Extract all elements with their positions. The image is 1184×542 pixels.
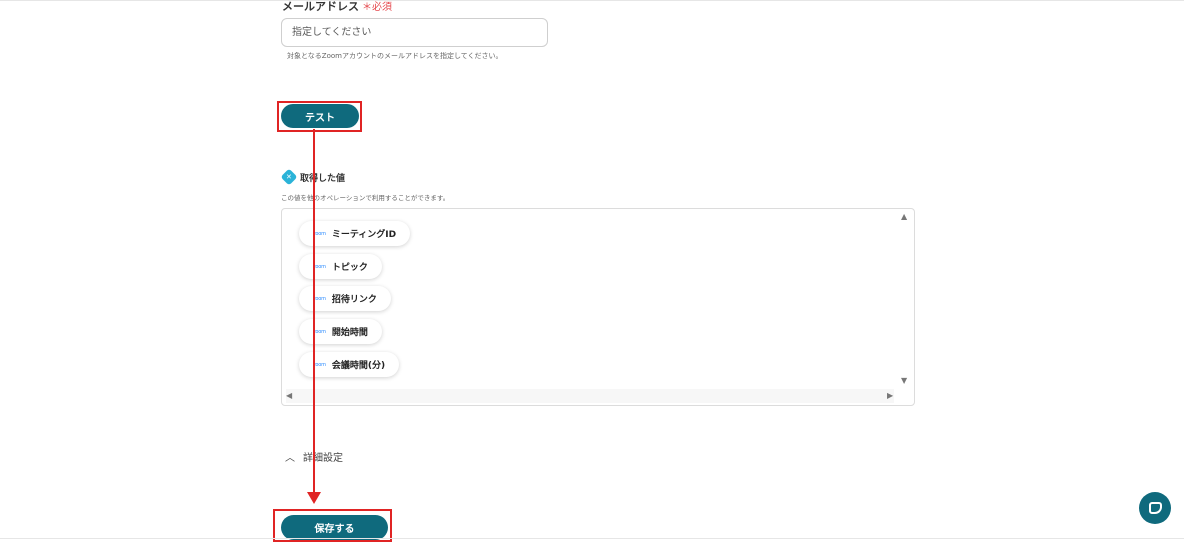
sparkle-diamond-icon: ✕ bbox=[280, 168, 298, 186]
horizontal-scrollbar[interactable] bbox=[286, 389, 894, 403]
value-chip-meeting-id[interactable]: zoom ミーティングID bbox=[299, 221, 411, 246]
required-mark: ＊必須 bbox=[362, 2, 392, 13]
chip-label: トピック bbox=[331, 263, 368, 273]
retrieved-values-title: 取得した値 bbox=[300, 174, 346, 184]
email-label-text: メールアドレス bbox=[282, 0, 359, 13]
scroll-left-icon[interactable]: ◀ bbox=[286, 392, 292, 400]
chat-launcher-button[interactable] bbox=[1139, 492, 1171, 524]
email-help-text: 対象となるZoomアカウントのメールアドレスを指定してください。 bbox=[287, 52, 503, 60]
chip-label: ミーティングID bbox=[331, 230, 397, 240]
value-chip-start-time[interactable]: zoom 開始時間 bbox=[299, 319, 382, 344]
bottom-divider bbox=[0, 538, 1184, 539]
annotation-arrow-head bbox=[307, 492, 321, 504]
chip-label: 開始時間 bbox=[331, 328, 368, 338]
retrieved-values-subtitle: この値を他のオペレーションで利用することができます。 bbox=[281, 194, 450, 202]
annotation-arrow-line bbox=[313, 129, 315, 495]
chip-label: 会議時間(分) bbox=[331, 361, 386, 371]
email-field-label: メールアドレス ＊必須 bbox=[282, 0, 392, 14]
test-button[interactable]: テスト bbox=[281, 104, 359, 128]
save-button[interactable]: 保存する bbox=[281, 515, 388, 540]
chevron-up-icon: ︿ bbox=[285, 453, 295, 464]
value-chip-topic[interactable]: zoom トピック bbox=[299, 254, 382, 279]
scroll-up-icon[interactable]: ▲ bbox=[901, 213, 907, 221]
chat-bubble-icon bbox=[1148, 502, 1162, 514]
top-divider bbox=[0, 0, 1184, 1]
email-input[interactable] bbox=[281, 18, 548, 47]
scroll-down-icon[interactable]: ▼ bbox=[901, 377, 907, 385]
chip-label: 招待リンク bbox=[331, 295, 377, 305]
scroll-right-icon[interactable]: ▶ bbox=[887, 392, 893, 400]
advanced-settings-label: 詳細設定 bbox=[303, 453, 343, 464]
retrieved-values-panel: zoom ミーティングID zoom トピック zoom 招待リンク zoom … bbox=[281, 208, 915, 406]
